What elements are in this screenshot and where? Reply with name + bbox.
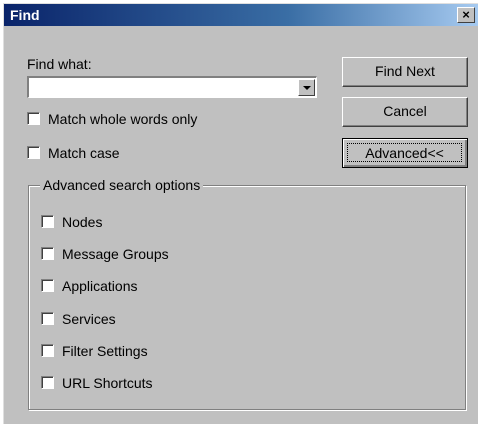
- close-icon: ×: [462, 7, 470, 22]
- find-next-button[interactable]: Find Next: [342, 57, 468, 87]
- find-what-combobox[interactable]: [27, 76, 317, 98]
- applications-checkbox[interactable]: [41, 279, 54, 292]
- services-checkbox[interactable]: [41, 312, 54, 325]
- cancel-button[interactable]: Cancel: [342, 97, 468, 127]
- advanced-toggle-button[interactable]: Advanced<<: [342, 138, 468, 168]
- url-shortcuts-checkbox[interactable]: [41, 376, 54, 389]
- close-button[interactable]: ×: [457, 7, 475, 23]
- message-groups-checkbox[interactable]: [41, 247, 54, 260]
- filter-settings-checkbox[interactable]: [41, 344, 54, 357]
- match-case-label[interactable]: Match case: [48, 145, 120, 161]
- match-case-checkbox[interactable]: [27, 146, 40, 159]
- match-whole-words-label[interactable]: Match whole words only: [48, 111, 197, 127]
- match-whole-words-checkbox[interactable]: [27, 112, 40, 125]
- find-what-label: Find what:: [27, 56, 92, 72]
- window-title: Find: [10, 7, 40, 23]
- advanced-search-options-legend: Advanced search options: [40, 177, 204, 193]
- message-groups-label[interactable]: Message Groups: [62, 246, 169, 262]
- title-bar[interactable]: Find ×: [4, 4, 478, 26]
- services-label[interactable]: Services: [62, 311, 116, 327]
- nodes-label[interactable]: Nodes: [62, 214, 102, 230]
- applications-label[interactable]: Applications: [62, 278, 138, 294]
- filter-settings-label[interactable]: Filter Settings: [62, 343, 148, 359]
- advanced-button-label: Advanced<<: [347, 143, 462, 162]
- url-shortcuts-label[interactable]: URL Shortcuts: [62, 375, 153, 391]
- nodes-checkbox[interactable]: [41, 215, 54, 228]
- chevron-down-icon[interactable]: [298, 79, 315, 96]
